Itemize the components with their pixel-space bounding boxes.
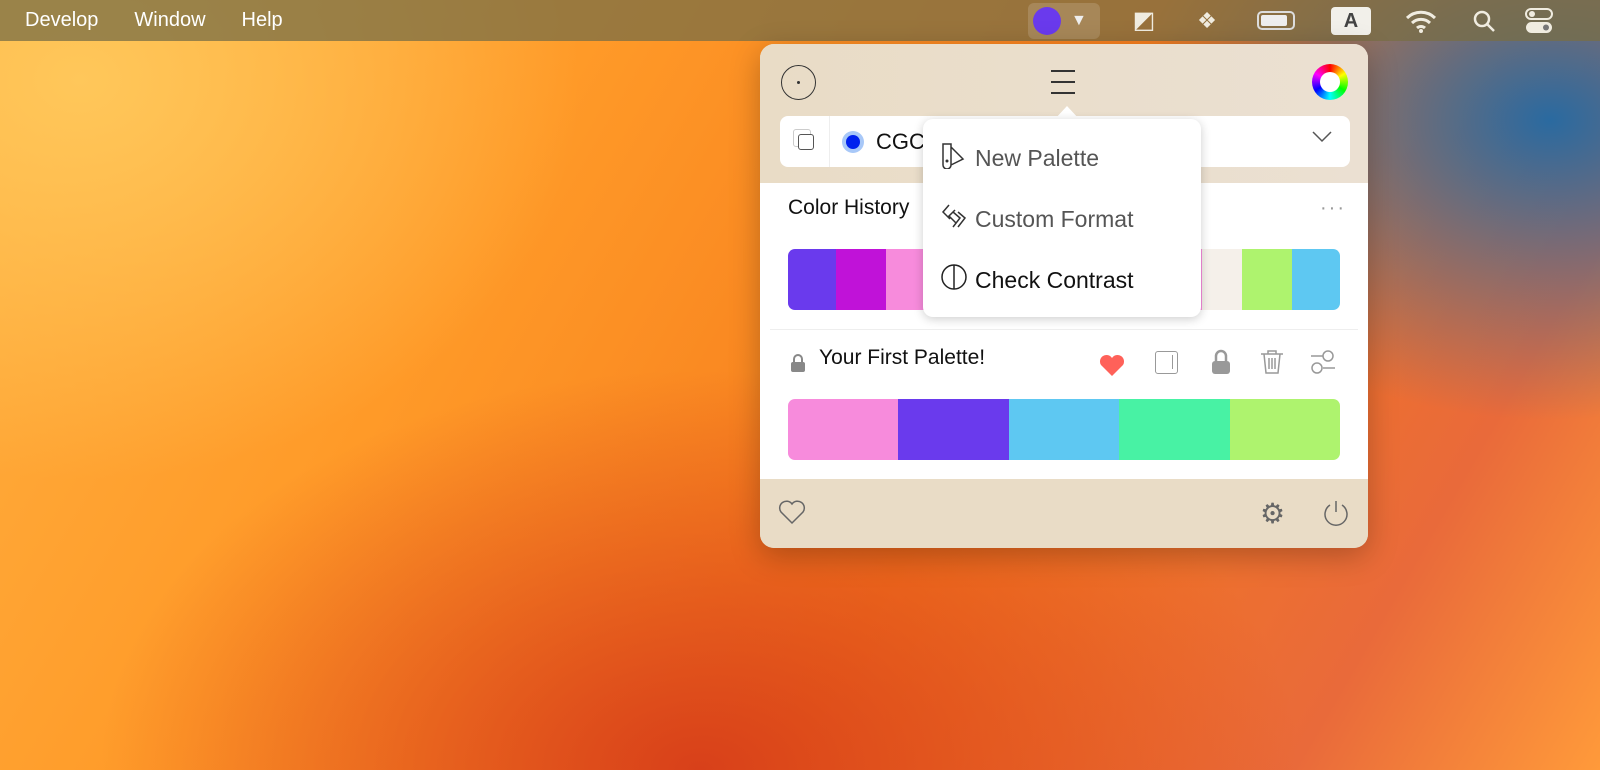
divider — [770, 329, 1358, 330]
history-swatch[interactable] — [1292, 249, 1340, 310]
menu-develop[interactable]: Develop — [25, 9, 98, 32]
power-icon[interactable] — [1322, 499, 1350, 532]
palette-swatch[interactable] — [1008, 399, 1120, 460]
lock-icon[interactable] — [1211, 349, 1231, 380]
diamond-grid-icon[interactable]: ❖ — [1192, 0, 1222, 41]
input-source-badge: A — [1331, 6, 1371, 35]
settings-gear-icon[interactable]: ⚙ — [1260, 497, 1285, 530]
trash-icon[interactable] — [1260, 349, 1284, 380]
control-center-icon[interactable] — [1524, 0, 1554, 41]
chevron-down-icon[interactable] — [1312, 130, 1332, 148]
color-picker-tray-button[interactable]: ▼ — [1028, 0, 1100, 41]
copy-icon[interactable] — [780, 116, 830, 167]
favorites-heart-icon[interactable] — [778, 499, 806, 530]
menu-item-check-contrast[interactable]: Check Contrast — [941, 263, 1134, 297]
wifi-icon[interactable] — [1404, 0, 1438, 41]
palette-title: Your First Palette! — [819, 346, 986, 369]
menu-help[interactable]: Help — [242, 9, 283, 32]
sticky-icon[interactable]: ◩ — [1128, 0, 1160, 41]
color-preview-icon — [842, 130, 864, 153]
format-icon — [941, 202, 967, 236]
palette-swatch[interactable] — [1229, 399, 1340, 460]
input-source-button[interactable]: A — [1331, 0, 1371, 41]
palette-swatch[interactable] — [788, 399, 899, 460]
palette-lock-icon — [790, 353, 806, 378]
menu-window[interactable]: Window — [134, 9, 205, 32]
triangle-down-icon: ▼ — [1071, 11, 1087, 29]
history-swatch[interactable] — [836, 249, 886, 310]
eyedropper-button[interactable] — [781, 65, 816, 100]
color-wheel-icon[interactable] — [1312, 64, 1348, 100]
history-swatch[interactable] — [788, 249, 836, 310]
menu-item-new-palette[interactable]: New Palette — [941, 141, 1099, 175]
palette-swatches — [788, 399, 1340, 460]
format-label: CGC — [876, 128, 925, 154]
palette-swatch[interactable] — [898, 399, 1009, 460]
palette-icon — [941, 141, 967, 175]
color-dot-icon — [1033, 6, 1061, 35]
adjust-icon[interactable] — [1310, 349, 1336, 380]
sidebar-toggle-icon[interactable] — [1155, 351, 1178, 374]
search-icon[interactable] — [1470, 0, 1498, 41]
history-swatch[interactable] — [1242, 249, 1292, 310]
history-title: Color History — [788, 196, 910, 219]
dropdown-menu: New Palette Custom Format Check Contrast — [923, 119, 1201, 317]
palette-swatch[interactable] — [1119, 399, 1230, 460]
favorite-heart-icon[interactable] — [1099, 353, 1125, 382]
battery-icon[interactable] — [1254, 0, 1298, 41]
history-swatch[interactable] — [1202, 249, 1242, 310]
history-more-button[interactable]: ··· — [1320, 197, 1346, 220]
menu-item-custom-format[interactable]: Custom Format — [941, 202, 1133, 236]
menu-button[interactable] — [1051, 70, 1075, 94]
contrast-icon — [941, 263, 967, 297]
menu-arrow — [1054, 106, 1080, 120]
